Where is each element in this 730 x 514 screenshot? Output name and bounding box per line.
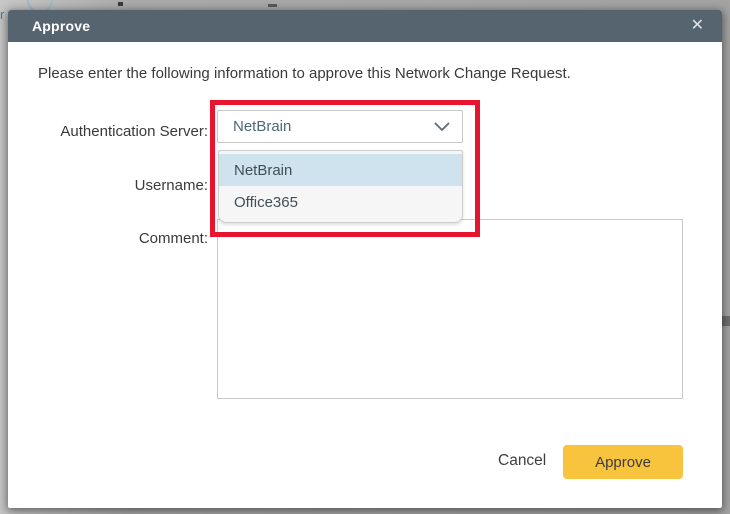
close-icon[interactable]: ✕ [687, 16, 708, 36]
background-mark [268, 4, 277, 7]
dropdown-option-office365[interactable]: Office365 [219, 186, 462, 218]
comment-textarea[interactable] [217, 219, 683, 399]
background-text-fragment: r [0, 8, 4, 21]
comment-label: Comment: [139, 230, 208, 248]
dialog-header: Approve ✕ [8, 10, 722, 42]
dropdown-option-netbrain[interactable]: NetBrain [219, 154, 462, 186]
background-mark [118, 2, 123, 6]
auth-server-label: Authentication Server: [60, 123, 208, 141]
chevron-down-icon [434, 122, 450, 132]
page-background: r Approve ✕ Please enter the following i… [0, 0, 730, 514]
approve-dialog: Approve ✕ Please enter the following inf… [8, 10, 722, 508]
auth-server-select[interactable]: NetBrain [217, 110, 463, 143]
username-label: Username: [135, 177, 208, 195]
instruction-text: Please enter the following information t… [38, 64, 698, 84]
background-scrollbar-thumb [722, 316, 730, 326]
auth-server-selected-value: NetBrain [233, 118, 291, 135]
dialog-title: Approve [32, 18, 90, 34]
cancel-button[interactable]: Cancel [484, 444, 560, 478]
auth-server-dropdown-panel: NetBrain Office365 [218, 150, 463, 223]
approve-button[interactable]: Approve [563, 445, 683, 479]
